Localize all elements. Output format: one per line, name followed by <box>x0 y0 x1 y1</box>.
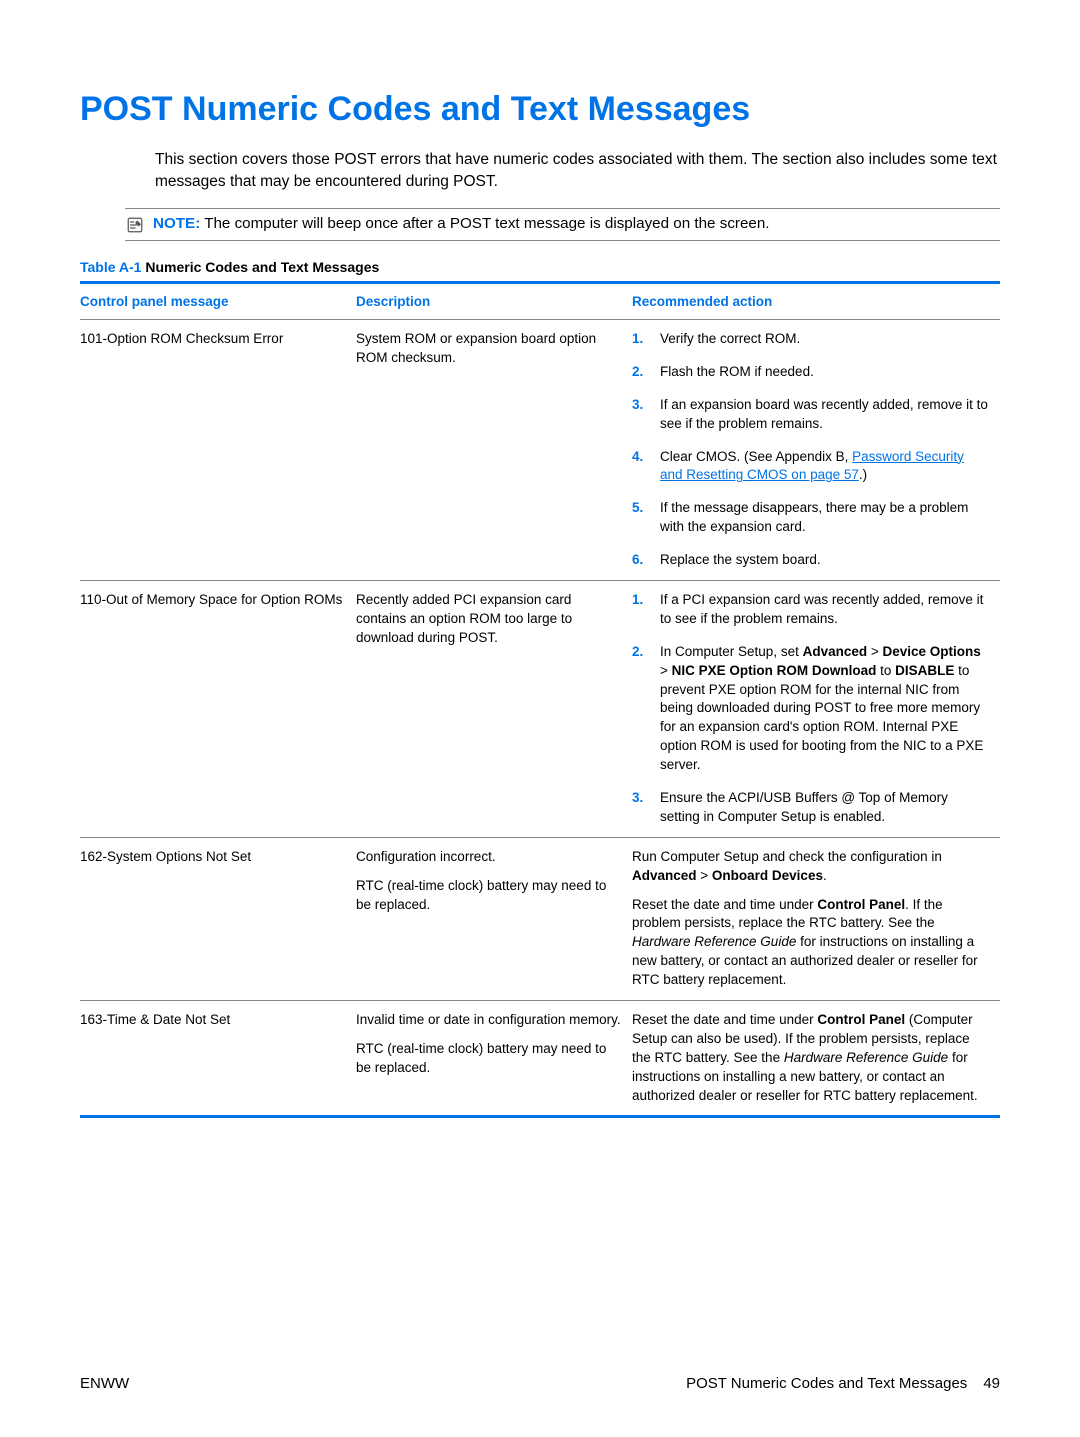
action-steps: If a PCI expansion card was recently add… <box>632 591 990 827</box>
step-text-tail: .) <box>859 467 867 482</box>
col-header-description: Description <box>356 282 632 319</box>
t: > <box>867 644 882 659</box>
t: Reset the date and time under <box>632 897 817 912</box>
t: In Computer Setup, set <box>660 644 803 659</box>
step: Flash the ROM if needed. <box>632 363 990 382</box>
t: Hardware Reference Guide <box>784 1050 948 1065</box>
cell-message: 101-Option ROM Checksum Error <box>80 319 356 580</box>
desc-p: Invalid time or date in configuration me… <box>356 1011 622 1030</box>
table-row: 110-Out of Memory Space for Option ROMs … <box>80 580 1000 837</box>
cell-message: 162-System Options Not Set <box>80 837 356 1000</box>
table-row: 163-Time & Date Not Set Invalid time or … <box>80 1000 1000 1116</box>
note-label: NOTE: <box>153 215 200 232</box>
cell-action: Verify the correct ROM. Flash the ROM if… <box>632 319 1000 580</box>
note-body: The computer will beep once after a POST… <box>204 215 769 232</box>
cell-description: System ROM or expansion board option ROM… <box>356 319 632 580</box>
t: Run Computer Setup and check the configu… <box>632 849 942 864</box>
t: NIC PXE Option ROM Download <box>672 663 877 678</box>
t: > <box>697 868 712 883</box>
page-heading: POST Numeric Codes and Text Messages <box>80 90 1000 129</box>
note-text: NOTE: The computer will beep once after … <box>153 215 770 232</box>
intro-paragraph: This section covers those POST errors th… <box>155 149 1000 194</box>
footer-right: POST Numeric Codes and Text Messages 49 <box>686 1375 1000 1392</box>
step: Ensure the ACPI/USB Buffers @ Top of Mem… <box>632 789 990 827</box>
col-header-message: Control panel message <box>80 282 356 319</box>
t: to prevent PXE option ROM for the intern… <box>660 663 983 772</box>
step: If an expansion board was recently added… <box>632 396 990 434</box>
note-icon <box>125 216 145 234</box>
action-p: Run Computer Setup and check the configu… <box>632 848 990 886</box>
note-box: NOTE: The computer will beep once after … <box>125 208 1000 241</box>
footer-left: ENWW <box>80 1375 129 1392</box>
cell-action: If a PCI expansion card was recently add… <box>632 580 1000 837</box>
step: Verify the correct ROM. <box>632 330 990 349</box>
t: to <box>876 663 895 678</box>
t: Control Panel <box>817 1012 905 1027</box>
codes-table: Control panel message Description Recomm… <box>80 281 1000 1119</box>
t: > <box>660 663 672 678</box>
cell-message: 110-Out of Memory Space for Option ROMs <box>80 580 356 837</box>
desc-p: Configuration incorrect. <box>356 848 622 867</box>
cell-action: Reset the date and time under Control Pa… <box>632 1000 1000 1116</box>
desc-p: RTC (real-time clock) battery may need t… <box>356 877 622 915</box>
t: . <box>823 868 827 883</box>
page-footer: ENWW POST Numeric Codes and Text Message… <box>80 1375 1000 1392</box>
t: Advanced <box>632 868 697 883</box>
table-title-prefix: Table A-1 <box>80 259 141 275</box>
step: If the message disappears, there may be … <box>632 499 990 537</box>
step: Replace the system board. <box>632 551 990 570</box>
step-text: Clear CMOS. (See Appendix B, <box>660 449 852 464</box>
cell-description: Configuration incorrect. RTC (real-time … <box>356 837 632 1000</box>
step: In Computer Setup, set Advanced > Device… <box>632 643 990 775</box>
cell-description: Recently added PCI expansion card contai… <box>356 580 632 837</box>
t: Onboard Devices <box>712 868 823 883</box>
t: Advanced <box>803 644 868 659</box>
table-row: 101-Option ROM Checksum Error System ROM… <box>80 319 1000 580</box>
desc-p: RTC (real-time clock) battery may need t… <box>356 1040 622 1078</box>
t: Control Panel <box>817 897 905 912</box>
cell-action: Run Computer Setup and check the configu… <box>632 837 1000 1000</box>
footer-section-title: POST Numeric Codes and Text Messages <box>686 1375 967 1392</box>
action-p: Reset the date and time under Control Pa… <box>632 896 990 990</box>
col-header-action: Recommended action <box>632 282 1000 319</box>
step: Clear CMOS. (See Appendix B, Password Se… <box>632 448 990 486</box>
t: DISABLE <box>895 663 954 678</box>
action-steps: Verify the correct ROM. Flash the ROM if… <box>632 330 990 570</box>
cell-description: Invalid time or date in configuration me… <box>356 1000 632 1116</box>
table-title-rest: Numeric Codes and Text Messages <box>141 259 379 275</box>
t: Hardware Reference Guide <box>632 934 796 949</box>
table-row: 162-System Options Not Set Configuration… <box>80 837 1000 1000</box>
t: Reset the date and time under <box>632 1012 817 1027</box>
cell-message: 163-Time & Date Not Set <box>80 1000 356 1116</box>
step: If a PCI expansion card was recently add… <box>632 591 990 629</box>
table-title: Table A-1 Numeric Codes and Text Message… <box>80 259 1000 275</box>
action-p: Reset the date and time under Control Pa… <box>632 1011 990 1105</box>
page-number: 49 <box>983 1375 1000 1392</box>
table-header-row: Control panel message Description Recomm… <box>80 282 1000 319</box>
t: Device Options <box>883 644 981 659</box>
